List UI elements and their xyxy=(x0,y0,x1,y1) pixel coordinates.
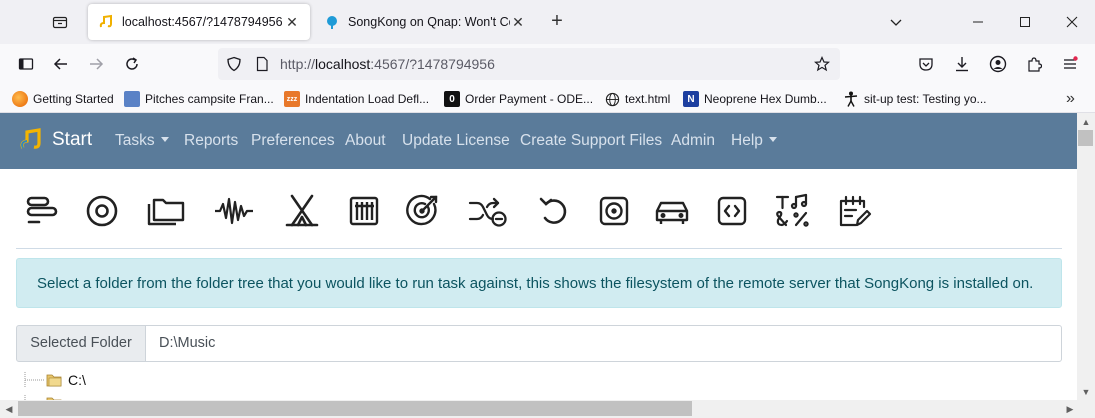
app-navbar: Start Tasks Reports Preferences About Up… xyxy=(0,113,1077,169)
chevron-down-icon[interactable] xyxy=(884,10,908,34)
tab-list-icon[interactable] xyxy=(48,10,72,34)
forward-button[interactable] xyxy=(84,52,108,76)
campsite-icon xyxy=(124,91,140,107)
horizontal-scroll-thumb[interactable] xyxy=(18,401,692,416)
bookmark-sit-up-test[interactable]: sit-up test: Testing yo... xyxy=(843,90,987,108)
selected-folder-label: Selected Folder xyxy=(16,325,146,362)
menu-help[interactable]: Help xyxy=(731,132,777,150)
reload-button[interactable] xyxy=(120,52,144,76)
scroll-right-arrow-icon[interactable]: ▶ xyxy=(1062,401,1078,417)
menu-preferences[interactable]: Preferences xyxy=(251,132,335,150)
tree-node-label: C:\ xyxy=(68,372,86,388)
caret-down-icon xyxy=(768,137,777,142)
drive-folder-icon xyxy=(46,374,62,387)
shield-icon[interactable] xyxy=(226,56,242,77)
code-task-icon[interactable] xyxy=(712,191,752,231)
caret-down-icon xyxy=(160,137,169,142)
scroll-up-arrow-icon[interactable]: ▲ xyxy=(1078,114,1094,130)
songkong-logo-icon xyxy=(20,128,41,149)
menu-reports[interactable]: Reports xyxy=(184,132,238,150)
menu-icon[interactable] xyxy=(1058,52,1082,76)
forum-favicon-icon xyxy=(324,14,340,30)
person-icon xyxy=(843,91,859,107)
menu-update-license[interactable]: Update License xyxy=(402,132,510,150)
account-icon[interactable] xyxy=(986,52,1010,76)
more-bookmarks-icon[interactable]: » xyxy=(1066,90,1075,108)
tab-title: localhost:4567/?1478794956 xyxy=(122,15,283,29)
downloads-icon[interactable] xyxy=(950,52,974,76)
extensions-icon[interactable] xyxy=(1022,52,1046,76)
shuffle-remove-task-icon[interactable] xyxy=(468,191,508,231)
selected-folder-group: Selected Folder D:\Music xyxy=(16,325,1062,362)
close-tab-icon[interactable]: ✕ xyxy=(284,14,300,30)
clipboard-edit-task-icon[interactable] xyxy=(834,191,874,231)
page-icon[interactable] xyxy=(254,56,270,77)
vertical-scroll-thumb[interactable] xyxy=(1078,130,1093,146)
firefox-icon xyxy=(12,91,28,107)
bookmark-indentation-load[interactable]: zzz Indentation Load Defl... xyxy=(284,90,429,108)
align-left-task-icon[interactable] xyxy=(22,191,62,231)
close-tab-icon[interactable]: ✕ xyxy=(510,14,526,30)
menu-tasks[interactable]: Tasks xyxy=(115,132,169,150)
maximize-button[interactable] xyxy=(1013,10,1037,34)
tab-localhost[interactable]: localhost:4567/?1478794956 ✕ xyxy=(88,4,310,40)
bookmark-order-payment[interactable]: 0 Order Payment - ODE... xyxy=(444,90,593,108)
disc-box-task-icon[interactable] xyxy=(594,191,634,231)
menu-admin[interactable]: Admin xyxy=(671,132,715,150)
selected-folder-input[interactable]: D:\Music xyxy=(145,325,1062,362)
menu-about[interactable]: About xyxy=(345,132,386,150)
bookmark-text-html[interactable]: text.html xyxy=(604,90,670,108)
bookmark-getting-started[interactable]: Getting Started xyxy=(12,90,114,108)
scroll-down-arrow-icon[interactable]: ▼ xyxy=(1078,384,1094,400)
divider xyxy=(16,248,1062,249)
url-bar[interactable]: http://localhost:4567/?1478794956 xyxy=(218,48,840,80)
waveform-task-icon[interactable] xyxy=(214,191,254,231)
page-content: Start Tasks Reports Preferences About Up… xyxy=(0,113,1077,400)
tree-connector xyxy=(24,372,44,388)
tent-task-icon[interactable] xyxy=(282,191,322,231)
grid-task-icon[interactable] xyxy=(344,191,384,231)
songkong-favicon-icon xyxy=(98,14,114,30)
car-task-icon[interactable] xyxy=(652,191,692,231)
minimize-button[interactable] xyxy=(966,10,990,34)
vertical-scrollbar[interactable] xyxy=(1077,113,1095,400)
tree-node-c[interactable]: C:\ xyxy=(24,372,86,388)
target-task-icon[interactable] xyxy=(404,191,444,231)
info-alert: Select a folder from the folder tree tha… xyxy=(16,258,1062,308)
disc-task-icon[interactable] xyxy=(82,191,122,231)
folders-task-icon[interactable] xyxy=(146,191,186,231)
tab-songkong-forum[interactable]: SongKong on Qnap: Won't Con ✕ xyxy=(314,4,536,40)
globe-icon xyxy=(604,91,620,107)
bookmark-star-icon[interactable] xyxy=(813,56,831,77)
new-tab-button[interactable]: + xyxy=(545,10,569,34)
brand-start[interactable]: Start xyxy=(18,127,92,153)
bookmark-neoprene-hex[interactable]: N Neoprene Hex Dumb... xyxy=(683,90,827,108)
back-button[interactable] xyxy=(49,52,73,76)
browser-toolbar: http://localhost:4567/?1478794956 xyxy=(0,44,1095,84)
tab-strip: localhost:4567/?1478794956 ✕ SongKong on… xyxy=(0,0,1095,44)
ode-icon: 0 xyxy=(444,91,460,107)
tab-title: SongKong on Qnap: Won't Con xyxy=(348,15,510,29)
n-icon: N xyxy=(683,91,699,107)
pocket-icon[interactable] xyxy=(914,52,938,76)
scroll-left-arrow-icon[interactable]: ◀ xyxy=(1,401,17,417)
menu-create-support-files[interactable]: Create Support Files xyxy=(520,132,662,150)
sidebar-icon[interactable] xyxy=(14,52,38,76)
close-window-button[interactable] xyxy=(1060,10,1084,34)
url-text[interactable]: http://localhost:4567/?1478794956 xyxy=(280,56,495,72)
bookmark-pitches-campsite[interactable]: Pitches campsite Fran... xyxy=(124,90,274,108)
undo-task-icon[interactable] xyxy=(534,191,574,231)
zzz-icon: zzz xyxy=(284,91,300,107)
music-percent-task-icon[interactable] xyxy=(772,191,812,231)
bookmarks-toolbar: Getting Started Pitches campsite Fran...… xyxy=(0,84,1095,113)
